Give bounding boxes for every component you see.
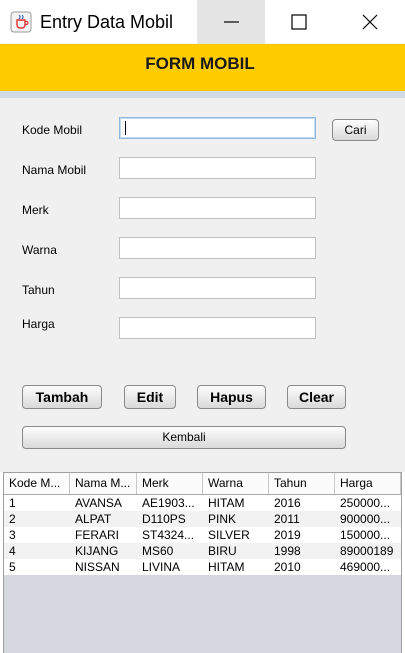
edit-button[interactable]: Edit [124, 385, 176, 409]
table-cell: 469000... [340, 560, 391, 574]
java-app-icon [10, 11, 32, 33]
column-header[interactable]: Kode M... [4, 473, 70, 494]
minimize-icon [224, 21, 239, 23]
clear-button[interactable]: Clear [287, 385, 346, 409]
form-title: FORM MOBIL [145, 54, 255, 73]
table-cell: HITAM [208, 496, 245, 510]
minimize-button[interactable] [197, 0, 265, 44]
table-cell: 150000... [340, 528, 391, 542]
kode-mobil-input[interactable] [119, 117, 316, 139]
table-cell: LIVINA [142, 560, 181, 574]
kembali-button[interactable]: Kembali [22, 426, 346, 449]
table-cell: 4 [9, 544, 16, 558]
table-cell: 3 [9, 528, 16, 542]
table-cell: PINK [208, 512, 237, 526]
title-bar: Entry Data Mobil [0, 0, 405, 44]
warna-label: Warna [22, 243, 57, 257]
table-cell: KIJANG [75, 544, 119, 558]
table-cell: FERARI [75, 528, 120, 542]
close-button[interactable] [335, 0, 403, 44]
table-row[interactable]: 4 KIJANG MS60 BIRU 1998 89000189 [4, 543, 401, 559]
cari-button[interactable]: Cari [332, 119, 379, 141]
form-panel: Kode Mobil Cari Nama Mobil Merk Warna Ta… [0, 98, 405, 472]
table-cell: AVANSA [75, 496, 122, 510]
table-cell: 2019 [274, 528, 301, 542]
column-header[interactable]: Nama M... [70, 473, 137, 494]
merk-label: Merk [22, 203, 49, 217]
table-cell: 2 [9, 512, 16, 526]
table-cell: D110PS [142, 512, 186, 526]
header-separator [0, 91, 405, 98]
tahun-input[interactable] [119, 277, 316, 299]
table-cell: AE1903... [142, 496, 195, 510]
table-cell: 89000189 [340, 544, 394, 558]
table-cell: 2016 [274, 496, 301, 510]
tambah-button[interactable]: Tambah [22, 385, 102, 409]
table-cell: 2010 [274, 560, 301, 574]
maximize-icon [291, 14, 307, 30]
close-icon [362, 14, 378, 30]
data-table[interactable]: Kode M... Nama M... Merk Warna Tahun Har… [3, 472, 402, 653]
table-row[interactable]: 5 NISSAN LIVINA HITAM 2010 469000... [4, 559, 401, 575]
column-header[interactable]: Merk [137, 473, 203, 494]
table-cell: ALPAT [75, 512, 112, 526]
column-header[interactable]: Warna [203, 473, 269, 494]
table-cell: 1 [9, 496, 16, 510]
table-cell: HITAM [208, 560, 245, 574]
nama-mobil-label: Nama Mobil [22, 163, 87, 177]
table-cell: BIRU [208, 544, 237, 558]
harga-label: Harga [22, 317, 55, 331]
table-row[interactable]: 2 ALPAT D110PS PINK 2011 900000... [4, 511, 401, 527]
table-cell: 2011 [274, 512, 300, 526]
column-header[interactable]: Tahun [269, 473, 335, 494]
table-cell: MS60 [142, 544, 174, 558]
window-title: Entry Data Mobil [40, 12, 174, 32]
table-header: Kode M... Nama M... Merk Warna Tahun Har… [4, 473, 401, 495]
table-cell: 1998 [274, 544, 301, 558]
table-row[interactable]: 1 AVANSA AE1903... HITAM 2016 250000... [4, 495, 401, 511]
nama-mobil-input[interactable] [119, 157, 316, 179]
table-cell: 900000... [340, 512, 391, 526]
merk-input[interactable] [119, 197, 316, 219]
kode-mobil-label: Kode Mobil [22, 123, 83, 137]
table-cell: SILVER [208, 528, 250, 542]
harga-input[interactable] [119, 317, 316, 339]
table-cell: 250000... [340, 496, 391, 510]
column-header[interactable]: Harga [335, 473, 401, 494]
header-banner: FORM MOBIL [0, 44, 405, 91]
hapus-button[interactable]: Hapus [197, 385, 266, 409]
table-cell: ST4324... [142, 528, 195, 542]
text-caret [125, 121, 126, 135]
table-row[interactable]: 3 FERARI ST4324... SILVER 2019 150000... [4, 527, 401, 543]
warna-input[interactable] [119, 237, 316, 259]
table-cell: NISSAN [75, 560, 120, 574]
maximize-button[interactable] [265, 0, 333, 44]
tahun-label: Tahun [22, 283, 55, 297]
table-cell: 5 [9, 560, 16, 574]
